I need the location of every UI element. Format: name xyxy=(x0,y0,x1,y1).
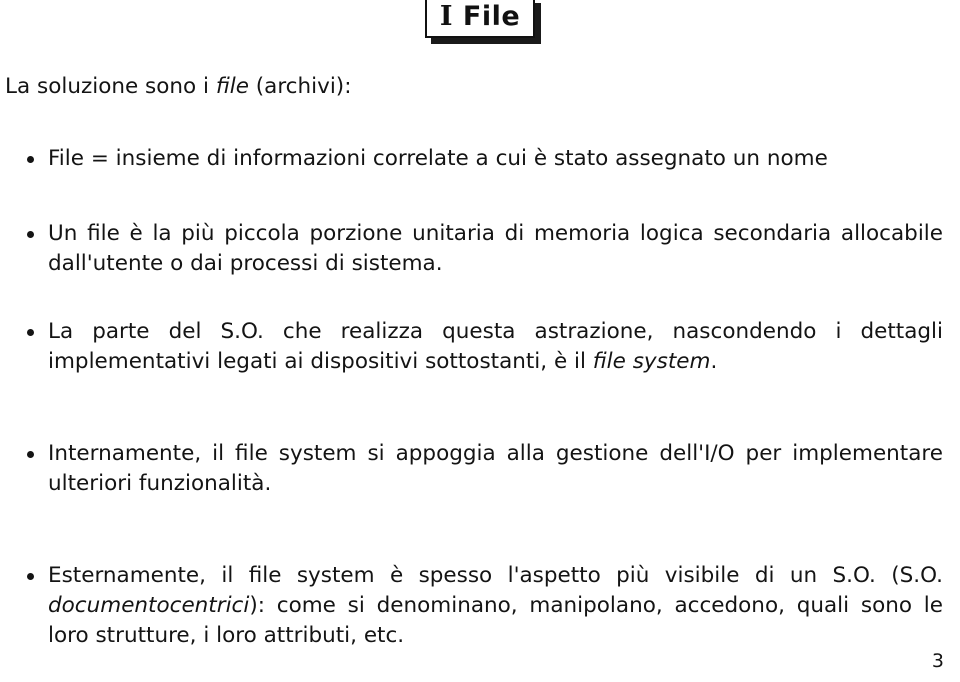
bullet-text-1: Un file è la più piccola porzione unitar… xyxy=(48,221,943,276)
list-item: Internamente, il file system si appoggia… xyxy=(5,439,943,499)
bullet-dot-icon xyxy=(27,451,34,458)
lead-text-after: (archivi): xyxy=(248,74,352,99)
bullet-dot-icon xyxy=(27,231,34,238)
lead-paragraph: La soluzione sono i file (archivi): xyxy=(5,72,943,102)
bullet-dot-icon xyxy=(27,573,34,580)
slide-body: La soluzione sono i file (archivi): File… xyxy=(5,72,943,651)
bullet-dot-icon xyxy=(27,156,34,163)
list-item: Esternamente, il file system è spesso l'… xyxy=(5,561,943,651)
slide: I File La soluzione sono i file (archivi… xyxy=(0,0,960,682)
bullet-text-4: Esternamente, il file system è spesso l'… xyxy=(48,563,943,648)
list-item: Un file è la più piccola porzione unitar… xyxy=(5,219,943,279)
page-number: 3 xyxy=(931,650,944,672)
list-item: File = insieme di informazioni correlate… xyxy=(5,144,943,174)
slide-title-container: I File xyxy=(0,0,960,45)
bullet-text-0: File = insieme di informazioni correlate… xyxy=(48,146,828,171)
lead-text-before: La soluzione sono i xyxy=(5,74,216,99)
title-plaque: I File xyxy=(424,0,542,44)
page-title-initial: I xyxy=(439,1,453,32)
bullet-dot-icon xyxy=(27,329,34,336)
bullet-text-2: La parte del S.O. che realizza questa as… xyxy=(48,319,943,374)
page-title: I File xyxy=(424,0,536,38)
page-title-rest: File xyxy=(452,1,521,32)
list-item: La parte del S.O. che realizza questa as… xyxy=(5,317,943,377)
bullet-list: File = insieme di informazioni correlate… xyxy=(5,144,943,651)
bullet-text-3: Internamente, il file system si appoggia… xyxy=(48,441,943,496)
lead-text-italic: file xyxy=(215,74,249,99)
